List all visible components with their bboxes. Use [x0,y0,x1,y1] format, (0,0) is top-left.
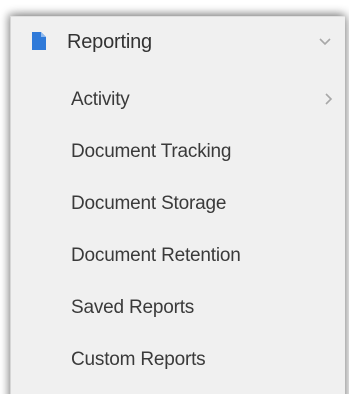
menu-item-label: Document Retention [71,245,241,266]
menu-item-label: Saved Reports [71,297,195,318]
menu-item-document-tracking[interactable]: Document Tracking [11,136,345,188]
reporting-label: Reporting [67,31,152,53]
chevron-down-icon[interactable] [318,34,332,48]
document-icon [32,32,46,50]
menu-item-activity[interactable]: Activity [11,84,345,136]
menu-item-label: Custom Reports [71,349,206,370]
menu-item-saved-reports[interactable]: Saved Reports [11,292,345,344]
menu-item-label: Document Tracking [71,141,232,162]
menu-item-label: Activity [71,89,130,110]
reporting-submenu: Activity Document Tracking Document Stor… [11,84,345,394]
chevron-right-icon [322,92,334,106]
menu-item-document-storage[interactable]: Document Storage [11,188,345,240]
reporting-menu-header[interactable]: Reporting [11,31,345,67]
menu-item-document-retention[interactable]: Document Retention [11,240,345,292]
menu-item-custom-reports[interactable]: Custom Reports [11,344,345,394]
menu-item-label: Document Storage [71,193,227,214]
screen: Reporting Activity Document Tracking Doc… [0,0,349,394]
reporting-menu-panel: Reporting Activity Document Tracking Doc… [10,16,345,394]
